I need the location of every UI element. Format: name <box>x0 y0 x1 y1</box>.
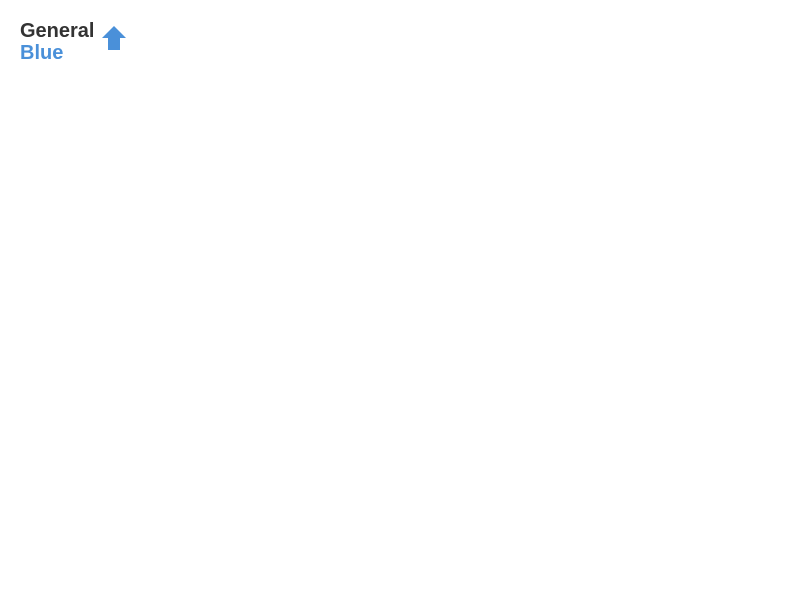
logo: General Blue <box>20 20 130 64</box>
page-header: General Blue <box>20 20 772 64</box>
logo-text: General Blue <box>20 20 94 64</box>
logo-icon <box>98 22 130 54</box>
logo-blue-text: Blue <box>20 42 63 64</box>
